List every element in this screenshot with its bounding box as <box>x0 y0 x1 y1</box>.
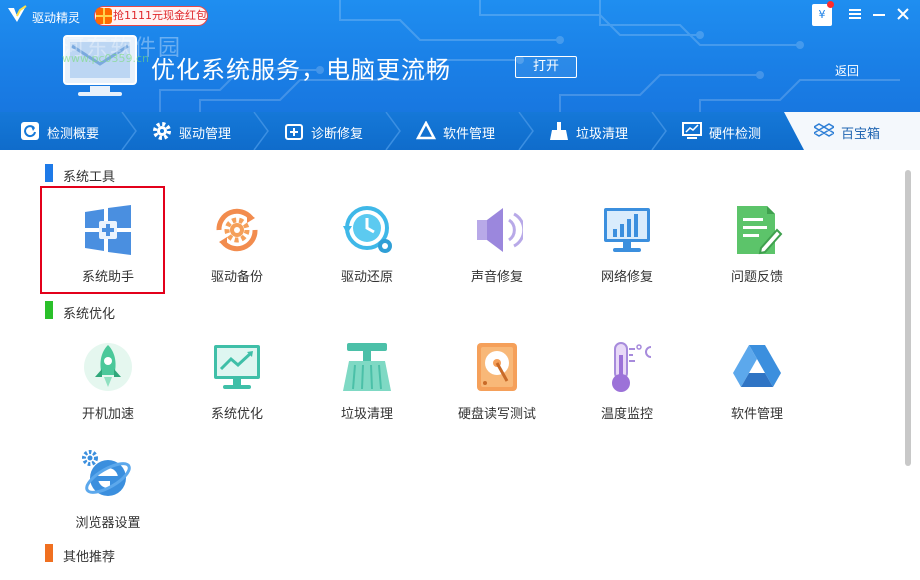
app-name: 驱动精灵 <box>32 11 81 25</box>
tab-separator <box>253 112 269 150</box>
section-marker <box>45 544 53 562</box>
tab-separator <box>121 112 137 150</box>
tool-label: 温度监控 <box>600 407 653 422</box>
tool-label: 问题反馈 <box>730 270 783 285</box>
gear-icon <box>153 122 171 140</box>
tab-label: 百宝箱 <box>841 127 881 142</box>
tool-label: 软件管理 <box>730 407 783 422</box>
section-marker <box>45 164 53 182</box>
hard-disk-icon <box>477 343 517 391</box>
tab-software-management[interactable]: 软件管理 <box>416 112 512 150</box>
monitor-trend-icon <box>214 345 260 389</box>
tab-hardware-detection[interactable]: 硬件检测 <box>682 112 778 150</box>
tool-label: 驱动备份 <box>210 270 263 285</box>
gear-sync-icon <box>216 208 258 252</box>
tab-label: 硬件检测 <box>709 127 762 142</box>
speaker-icon <box>477 208 523 252</box>
vertical-scrollbar[interactable] <box>905 170 911 466</box>
tool-label: 浏览器设置 <box>75 516 141 531</box>
medical-kit-icon <box>285 124 303 140</box>
section-title: 系统优化 <box>63 307 116 322</box>
tool-label: 硬盘读写测试 <box>457 407 536 422</box>
watermark-url: www.pc0359.cn <box>62 52 150 65</box>
close-icon[interactable] <box>895 6 911 22</box>
tool-label: 驱动还原 <box>340 270 393 285</box>
tool-software-management[interactable]: 软件管理 <box>707 341 807 441</box>
tab-label: 软件管理 <box>443 127 496 142</box>
minimize-icon[interactable] <box>871 6 887 22</box>
gift-icon <box>96 8 112 24</box>
tab-separator <box>385 112 401 150</box>
tab-label: 驱动管理 <box>179 127 232 142</box>
tool-driver-restore[interactable]: 驱动还原 <box>317 204 417 304</box>
tool-system-optimize[interactable]: 系统优化 <box>187 341 287 441</box>
thermometer-icon <box>612 342 652 392</box>
tool-junk-clean[interactable]: 垃圾清理 <box>317 341 417 441</box>
menu-icon[interactable] <box>847 6 863 22</box>
network-monitor-icon <box>604 208 650 252</box>
section-marker <box>45 301 53 319</box>
tool-browser-settings[interactable]: 浏览器设置 <box>58 450 158 550</box>
tool-feedback[interactable]: 问题反馈 <box>707 204 807 304</box>
tool-boot-speedup[interactable]: 开机加速 <box>58 341 158 441</box>
feedback-note-icon <box>737 206 783 255</box>
toolbox-icon <box>814 123 834 137</box>
notification-dot <box>827 1 834 8</box>
main-tab-bar: 检测概要 驱动管理 诊断修复 软件管理 垃圾清理 硬件检测 <box>0 112 920 150</box>
promo-badge[interactable]: 抢1111元现金红包 <box>94 6 208 26</box>
triangle-logo-icon <box>416 121 436 140</box>
tab-diagnose-repair[interactable]: 诊断修复 <box>284 112 380 150</box>
tab-junk-clean[interactable]: 垃圾清理 <box>549 112 645 150</box>
tool-label: 声音修复 <box>470 270 523 285</box>
tab-detection-summary[interactable]: 检测概要 <box>20 112 116 150</box>
header-banner: 驱动精灵 抢1111元现金红包 河东软件园 www.pc0359.cn 优化系统… <box>0 0 920 112</box>
open-button[interactable]: 打开 <box>515 56 577 78</box>
tab-label: 垃圾清理 <box>576 127 629 142</box>
tool-label: 开机加速 <box>81 407 134 422</box>
rocket-icon <box>84 343 132 391</box>
tool-label: 垃圾清理 <box>340 407 393 422</box>
tool-label: 系统优化 <box>210 407 263 422</box>
broom-icon <box>550 122 568 140</box>
tab-toolbox-content[interactable]: 百宝箱 <box>814 112 910 150</box>
refresh-icon <box>21 122 39 140</box>
section-title: 其他推荐 <box>63 550 116 565</box>
tool-label: 网络修复 <box>600 270 653 285</box>
tab-separator <box>651 112 667 150</box>
broom-icon <box>343 343 391 391</box>
banner-headline: 优化系统服务，电脑更流畅 <box>151 56 451 84</box>
tab-separator <box>518 112 534 150</box>
tab-label: 诊断修复 <box>311 127 364 142</box>
tool-label: 系统助手 <box>81 270 134 285</box>
tool-network-repair[interactable]: 网络修复 <box>577 204 677 304</box>
tab-driver-management[interactable]: 驱动管理 <box>152 112 248 150</box>
promo-text: 抢1111元现金红包 <box>113 9 207 22</box>
tool-temperature-monitor[interactable]: 温度监控 <box>577 341 677 441</box>
triangle-logo-icon <box>733 345 781 387</box>
clock-restore-icon <box>343 206 392 253</box>
app-logo-icon <box>8 5 27 22</box>
windows-plus-icon <box>85 205 131 255</box>
tab-label: 检测概要 <box>47 127 100 142</box>
tool-disk-rw-test[interactable]: 硬盘读写测试 <box>447 341 547 441</box>
monitor-chart-icon <box>682 122 702 139</box>
ie-browser-icon <box>82 450 131 496</box>
tool-system-assistant[interactable]: 系统助手 <box>58 204 158 304</box>
back-link[interactable]: 返回 <box>835 62 859 79</box>
section-title: 系统工具 <box>63 170 116 185</box>
tool-sound-repair[interactable]: 声音修复 <box>447 204 547 304</box>
tool-driver-backup[interactable]: 驱动备份 <box>187 204 287 304</box>
